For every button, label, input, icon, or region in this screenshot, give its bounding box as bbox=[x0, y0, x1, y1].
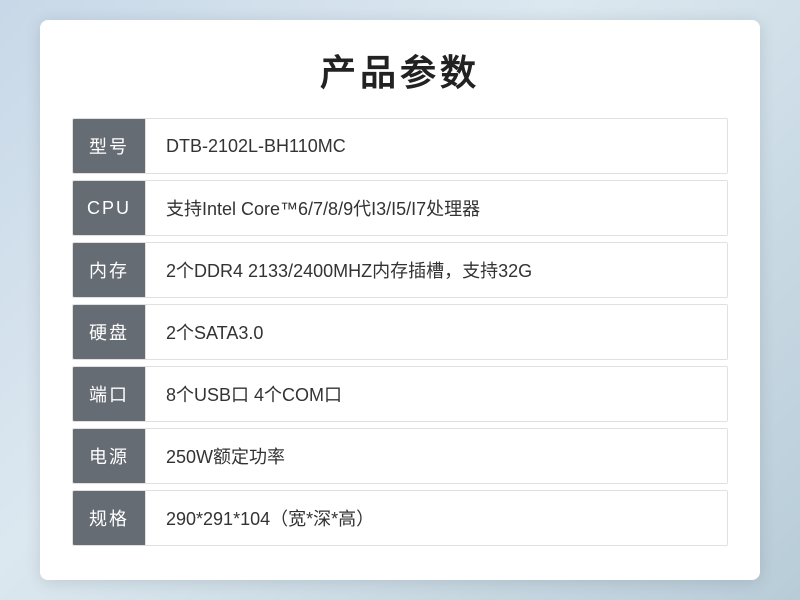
spec-table: 型号DTB-2102L-BH110MCCPU支持Intel Core™6/7/8… bbox=[72, 118, 728, 546]
spec-label-0: 型号 bbox=[73, 119, 145, 173]
spec-value-2: 2个DDR4 2133/2400MHZ内存插槽，支持32G bbox=[145, 243, 727, 297]
spec-value-3: 2个SATA3.0 bbox=[145, 305, 727, 359]
page-title: 产品参数 bbox=[72, 44, 728, 96]
product-spec-card: 产品参数 型号DTB-2102L-BH110MCCPU支持Intel Core™… bbox=[40, 20, 760, 580]
spec-value-5: 250W额定功率 bbox=[145, 429, 727, 483]
table-row: 硬盘2个SATA3.0 bbox=[72, 304, 728, 360]
spec-value-0: DTB-2102L-BH110MC bbox=[145, 119, 727, 173]
spec-value-1: 支持Intel Core™6/7/8/9代I3/I5/I7处理器 bbox=[145, 181, 727, 235]
spec-label-2: 内存 bbox=[73, 243, 145, 297]
spec-label-6: 规格 bbox=[73, 491, 145, 545]
table-row: 规格290*291*104（宽*深*高） bbox=[72, 490, 728, 546]
spec-label-4: 端口 bbox=[73, 367, 145, 421]
spec-value-4: 8个USB口 4个COM口 bbox=[145, 367, 727, 421]
table-row: 电源250W额定功率 bbox=[72, 428, 728, 484]
spec-label-5: 电源 bbox=[73, 429, 145, 483]
spec-label-3: 硬盘 bbox=[73, 305, 145, 359]
spec-label-1: CPU bbox=[73, 181, 145, 235]
table-row: CPU支持Intel Core™6/7/8/9代I3/I5/I7处理器 bbox=[72, 180, 728, 236]
spec-value-6: 290*291*104（宽*深*高） bbox=[145, 491, 727, 545]
table-row: 型号DTB-2102L-BH110MC bbox=[72, 118, 728, 174]
table-row: 端口8个USB口 4个COM口 bbox=[72, 366, 728, 422]
table-row: 内存2个DDR4 2133/2400MHZ内存插槽，支持32G bbox=[72, 242, 728, 298]
